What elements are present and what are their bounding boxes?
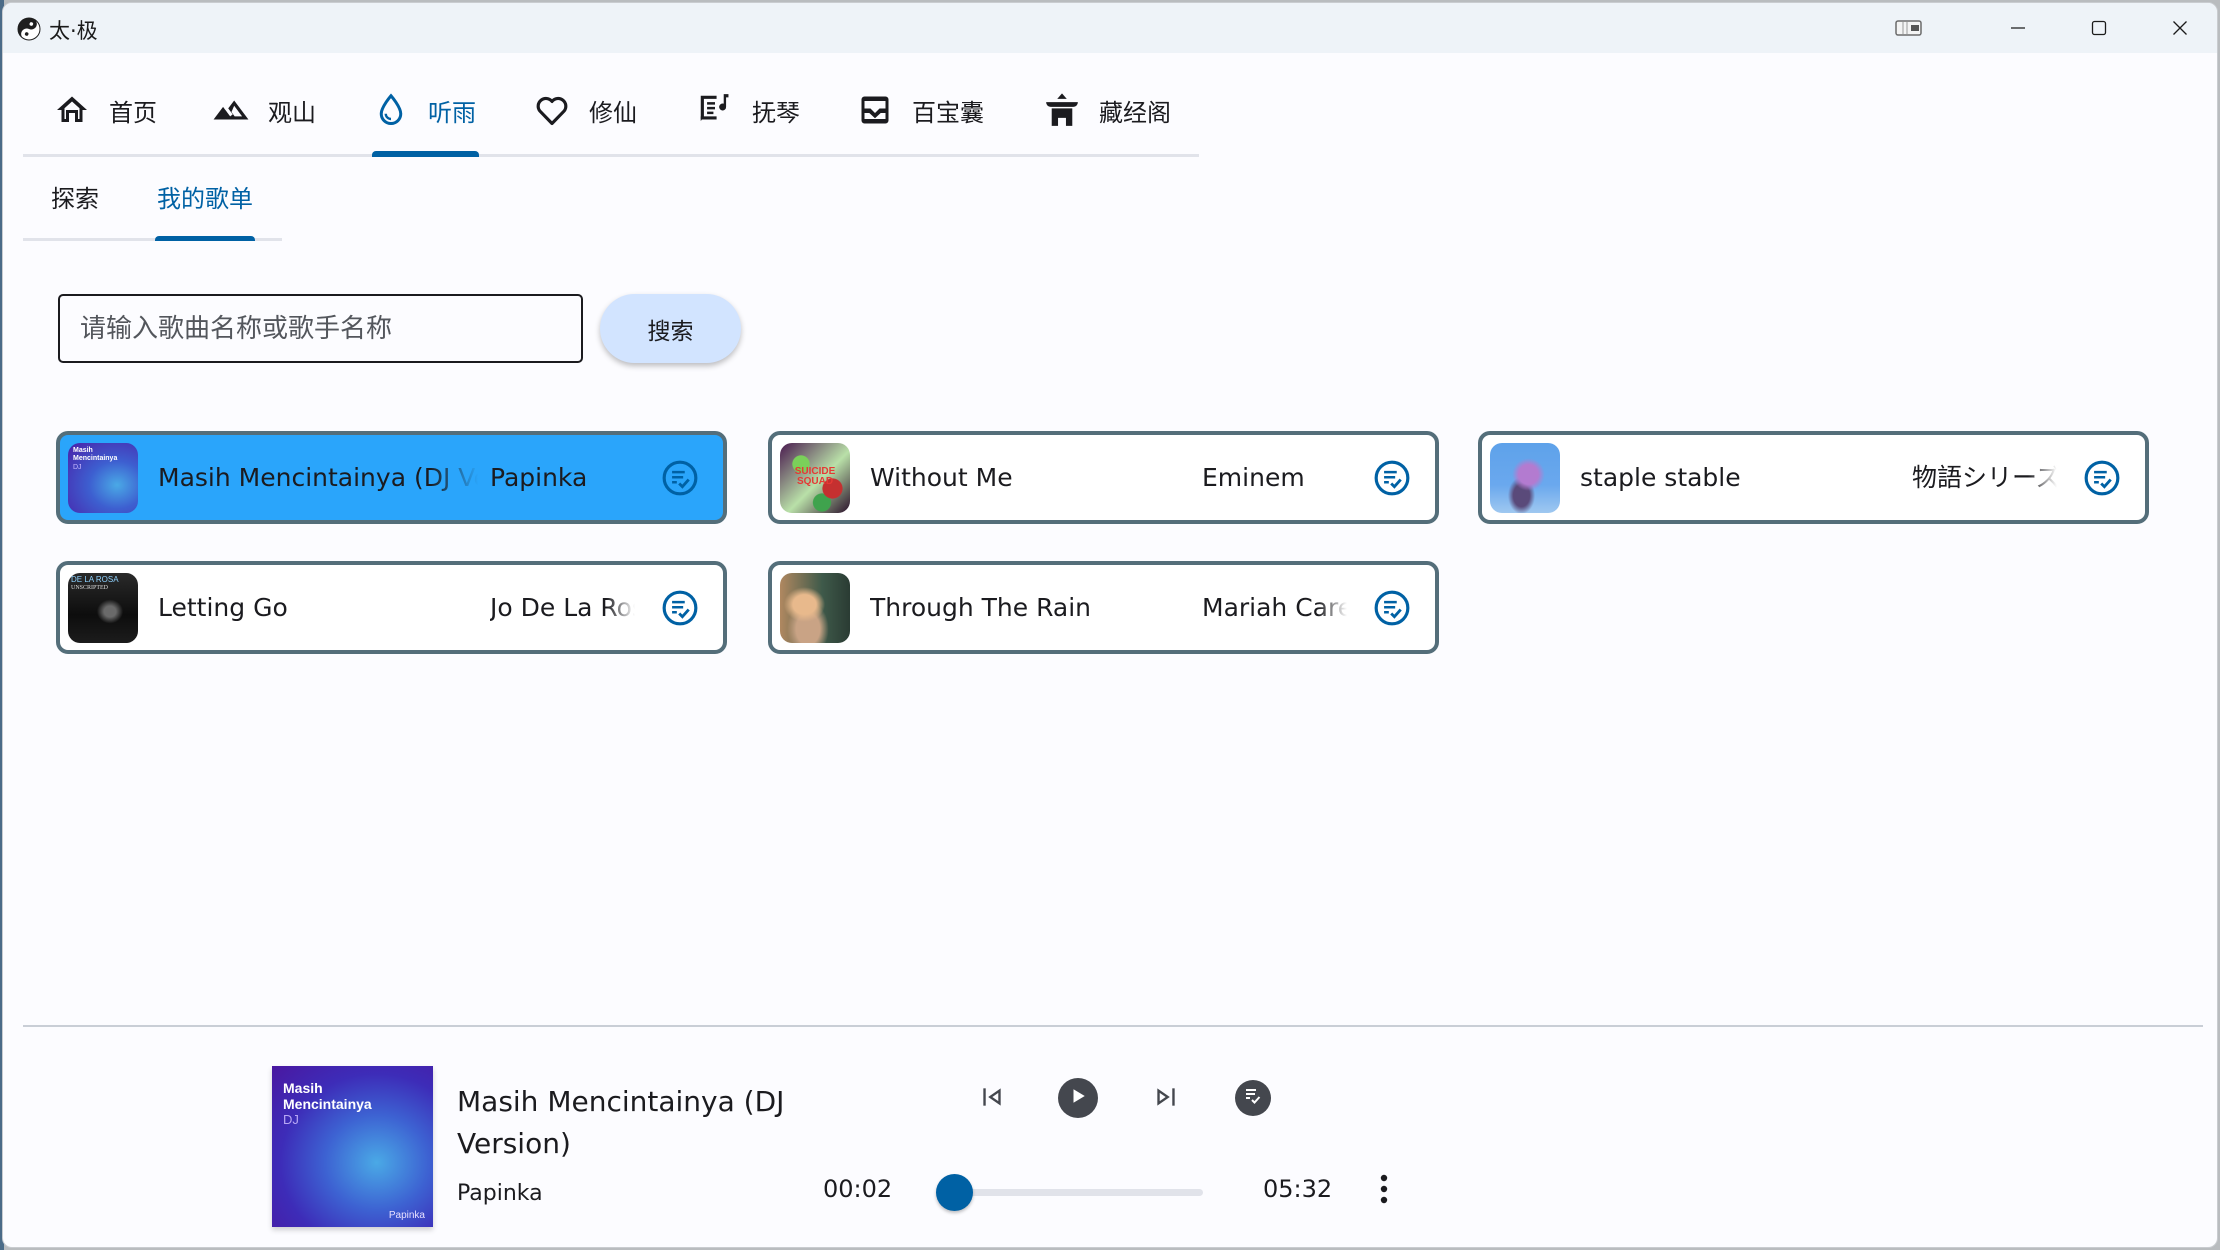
album-cover [1490, 443, 1560, 513]
search-button[interactable]: 搜索 [600, 294, 741, 363]
song-artist: Mariah Carey [1202, 593, 1347, 622]
minimize-icon [2010, 20, 2026, 36]
nav-tab-label: 修仙 [589, 98, 637, 127]
cover-text-line3: DJ [283, 1112, 299, 1127]
close-icon [2172, 20, 2188, 36]
now-playing-cover: Masih Mencintainya DJ Papinka [272, 1066, 433, 1227]
maximize-icon [2091, 20, 2107, 36]
player-divider [23, 1025, 2203, 1027]
skip-next-icon [1153, 1084, 1179, 1114]
nav-tab-label: 抚琴 [752, 98, 800, 127]
skip-previous-icon [979, 1084, 1005, 1114]
nav-tab-music[interactable]: 抚琴 [696, 63, 800, 157]
playlist-check-icon [1241, 1084, 1265, 1112]
main-nav: 首页 观山 听雨 修仙 抚琴 百宝囊 藏经阁 [23, 63, 1199, 157]
playlist-check-icon [661, 590, 699, 631]
playlist-check-icon [2083, 460, 2121, 501]
album-cover [780, 573, 850, 643]
title-bar[interactable]: 太·极 [3, 3, 2217, 53]
nav-tab-cultivate[interactable]: 修仙 [533, 63, 637, 157]
cover-text-line1: Masih [283, 1080, 323, 1096]
song-title: staple stable [1580, 463, 1741, 492]
nav-tab-library[interactable]: 藏经阁 [1043, 63, 1171, 157]
snap-layout-icon [1895, 19, 1923, 37]
add-to-queue-button[interactable] [661, 459, 699, 497]
play-button[interactable] [1058, 1078, 1098, 1118]
song-card[interactable]: staple stable 物語シリーズ [1478, 431, 2149, 524]
add-to-queue-button[interactable] [1373, 589, 1411, 627]
cover-text-line2: Mencintainya [283, 1096, 372, 1112]
subtab-explore[interactable]: 探索 [51, 179, 99, 214]
song-card[interactable]: SUICIDE SQUAD Without Me Eminem [768, 431, 1439, 524]
snap-layout-button[interactable] [1879, 3, 1939, 53]
song-card[interactable]: Masih Mencintainya DJ Masih Mencintainya … [56, 431, 727, 524]
app-window: 太·极 首页 观山 听雨 修仙 抚琴 百宝囊 藏经阁 探索 我的歌单 请输入歌曲… [2, 2, 2218, 1248]
close-button[interactable] [2150, 3, 2210, 53]
nav-tab-label: 观山 [268, 98, 316, 127]
playlist-check-icon [1373, 590, 1411, 631]
inbox-tray-icon [856, 91, 894, 129]
now-playing-artist: Papinka [457, 1181, 543, 1206]
add-to-queue-button[interactable] [661, 589, 699, 627]
song-artist: Eminem [1202, 463, 1305, 492]
previous-track-button[interactable] [974, 1081, 1010, 1117]
app-title: 太·极 [49, 19, 98, 43]
nav-tab-rain[interactable]: 听雨 [372, 63, 476, 157]
water-drop-icon [372, 91, 410, 129]
song-artist: Papinka [490, 463, 588, 492]
add-to-queue-button[interactable] [1373, 459, 1411, 497]
next-track-button[interactable] [1148, 1081, 1184, 1117]
subtab-my-playlist[interactable]: 我的歌单 [157, 179, 253, 214]
nav-active-indicator [372, 151, 479, 157]
maximize-button[interactable] [2069, 3, 2129, 53]
now-playing-title: Masih Mencintainya (DJ Version) [457, 1085, 785, 1160]
nav-tab-mountains[interactable]: 观山 [212, 63, 316, 157]
cover-credit: Papinka [388, 1210, 425, 1221]
temple-icon [1043, 91, 1081, 129]
seek-slider[interactable] [953, 1189, 1203, 1196]
song-artist: 物語シリーズ [1912, 463, 2057, 492]
mountain-icon [212, 91, 250, 129]
nav-tab-treasure[interactable]: 百宝囊 [856, 63, 984, 157]
nav-tab-home[interactable]: 首页 [53, 63, 157, 157]
nav-divider [23, 154, 1199, 157]
nav-tab-label: 百宝囊 [912, 98, 984, 127]
song-artist: Jo De La Rosa [490, 593, 635, 622]
heart-icon [533, 91, 571, 129]
playlist-check-icon [661, 460, 699, 501]
home-icon [53, 91, 91, 129]
playlist-queue-button[interactable] [1235, 1080, 1271, 1116]
seek-slider-handle[interactable] [936, 1174, 973, 1211]
song-title: Through The Rain [870, 593, 1092, 622]
album-cover: SUICIDE SQUAD [780, 443, 850, 513]
nav-tab-label: 首页 [109, 98, 157, 127]
song-title: Letting Go [158, 593, 288, 622]
minimize-button[interactable] [1988, 3, 2048, 53]
song-card[interactable]: DE LA ROSA UNSCRIPTED Letting Go Jo De L… [56, 561, 727, 654]
elapsed-time: 00:02 [823, 1175, 893, 1203]
yin-yang-icon [17, 17, 41, 41]
play-icon [1069, 1087, 1087, 1109]
song-title: Without Me [870, 463, 1013, 492]
more-vertical-icon [1379, 1173, 1389, 1209]
album-cover: DE LA ROSA UNSCRIPTED [68, 573, 138, 643]
lyrics-icon [696, 91, 734, 129]
nav-tab-label: 听雨 [428, 98, 476, 127]
search-input[interactable] [58, 294, 583, 363]
subtab-active-indicator [155, 236, 255, 241]
add-to-queue-button[interactable] [2083, 459, 2121, 497]
more-options-button[interactable] [1369, 1171, 1399, 1211]
album-cover: Masih Mencintainya DJ [68, 443, 138, 513]
total-duration: 05:32 [1263, 1175, 1333, 1203]
playlist-check-icon [1373, 460, 1411, 501]
song-title: Masih Mencintainya (DJ Version) [158, 463, 478, 492]
nav-tab-label: 藏经阁 [1099, 98, 1171, 127]
song-card[interactable]: Through The Rain Mariah Carey [768, 561, 1439, 654]
